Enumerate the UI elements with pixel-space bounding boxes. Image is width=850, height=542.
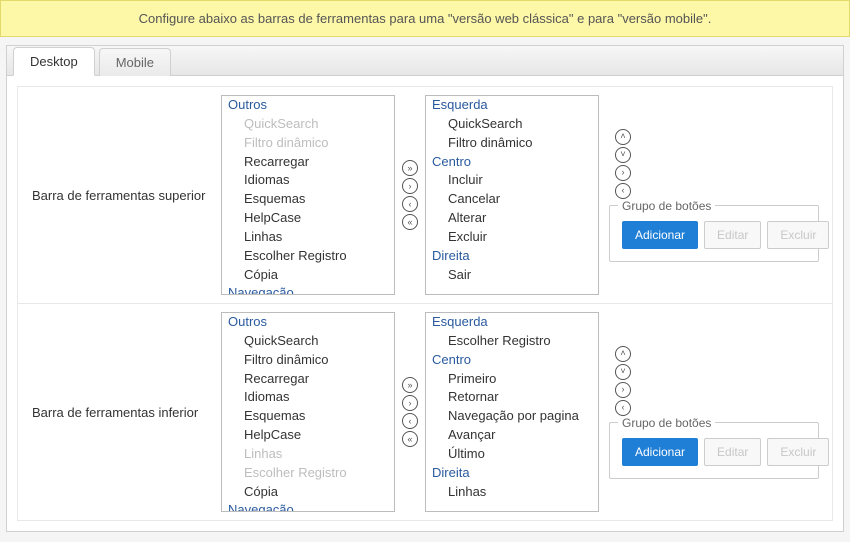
tab-container: Desktop Mobile Barra de ferramentas supe… — [6, 45, 844, 532]
list-item[interactable]: Último — [426, 445, 598, 464]
list-item[interactable]: QuickSearch — [426, 115, 598, 134]
list-group: Navegação — [222, 284, 394, 295]
list-item[interactable]: HelpCase — [222, 209, 394, 228]
bottom-side-column: ˄ ˅ › ‹ Grupo de botões Adicionar Editar… — [609, 346, 819, 479]
move-down-icon[interactable]: › — [615, 382, 631, 398]
list-group: Centro — [426, 153, 598, 172]
move-left-icon[interactable]: ‹ — [402, 413, 418, 429]
tab-desktop[interactable]: Desktop — [13, 47, 95, 76]
config-banner: Configure abaixo as barras de ferramenta… — [0, 0, 850, 37]
row-bottom-toolbar: Barra de ferramentas inferior OutrosQuic… — [17, 304, 833, 521]
move-all-right-icon[interactable]: » — [402, 377, 418, 393]
list-item[interactable]: Idiomas — [222, 171, 394, 190]
list-item[interactable]: Escolher Registro — [222, 464, 394, 483]
list-group: Navegação — [222, 501, 394, 512]
top-transfer-arrows: » › ‹ « — [395, 160, 425, 230]
move-all-right-icon[interactable]: » — [402, 160, 418, 176]
list-item[interactable]: Sair — [426, 266, 598, 285]
list-item[interactable]: Idiomas — [222, 388, 394, 407]
move-top-icon[interactable]: ˄ — [615, 129, 631, 145]
move-left-icon[interactable]: ‹ — [402, 196, 418, 212]
tab-mobile[interactable]: Mobile — [99, 48, 171, 76]
delete-button[interactable]: Excluir — [767, 221, 829, 249]
list-item[interactable]: Navegação por pagina — [426, 407, 598, 426]
desktop-panel: Barra de ferramentas superior OutrosQuic… — [7, 76, 843, 531]
button-group-legend: Grupo de botões — [618, 199, 715, 213]
add-button[interactable]: Adicionar — [622, 221, 698, 249]
top-selected-list[interactable]: EsquerdaQuickSearchFiltro dinâmicoCentro… — [425, 95, 599, 295]
move-top-icon[interactable]: ˄ — [615, 346, 631, 362]
bottom-available-list[interactable]: OutrosQuickSearchFiltro dinâmicoRecarreg… — [221, 312, 395, 512]
bottom-button-group-fieldset: Grupo de botões Adicionar Editar Excluir — [609, 422, 819, 479]
list-item[interactable]: QuickSearch — [222, 332, 394, 351]
move-bottom-icon[interactable]: ‹ — [615, 400, 631, 416]
delete-button[interactable]: Excluir — [767, 438, 829, 466]
list-item[interactable]: Filtro dinâmico — [426, 134, 598, 153]
button-group-legend: Grupo de botões — [618, 416, 715, 430]
list-item[interactable]: Linhas — [222, 228, 394, 247]
list-item[interactable]: Avançar — [426, 426, 598, 445]
list-item[interactable]: Recarregar — [222, 370, 394, 389]
list-item[interactable]: QuickSearch — [222, 115, 394, 134]
list-group: Esquerda — [426, 96, 598, 115]
edit-button[interactable]: Editar — [704, 438, 761, 466]
list-item[interactable]: Incluir — [426, 171, 598, 190]
list-item[interactable]: Excluir — [426, 228, 598, 247]
top-available-list[interactable]: OutrosQuickSearchFiltro dinâmicoRecarreg… — [221, 95, 395, 295]
list-group: Outros — [222, 313, 394, 332]
list-item[interactable]: Recarregar — [222, 153, 394, 172]
list-item[interactable]: Retornar — [426, 388, 598, 407]
tabstrip: Desktop Mobile — [7, 46, 843, 76]
list-item[interactable]: Filtro dinâmico — [222, 351, 394, 370]
move-up-icon[interactable]: ˅ — [615, 147, 631, 163]
move-right-icon[interactable]: › — [402, 395, 418, 411]
list-item[interactable]: Esquemas — [222, 407, 394, 426]
label-bottom-toolbar: Barra de ferramentas inferior — [26, 405, 221, 420]
move-bottom-icon[interactable]: ‹ — [615, 183, 631, 199]
bottom-selected-list[interactable]: EsquerdaEscolher RegistroCentroPrimeiroR… — [425, 312, 599, 512]
list-group: Centro — [426, 351, 598, 370]
top-button-group-fieldset: Grupo de botões Adicionar Editar Excluir — [609, 205, 819, 262]
move-up-icon[interactable]: ˅ — [615, 364, 631, 380]
top-side-column: ˄ ˅ › ‹ Grupo de botões Adicionar Editar… — [609, 129, 819, 262]
move-all-left-icon[interactable]: « — [402, 431, 418, 447]
list-item[interactable]: Esquemas — [222, 190, 394, 209]
bottom-reorder-arrows: ˄ ˅ › ‹ — [615, 346, 631, 416]
top-reorder-arrows: ˄ ˅ › ‹ — [615, 129, 631, 199]
list-group: Esquerda — [426, 313, 598, 332]
list-item[interactable]: HelpCase — [222, 426, 394, 445]
list-item[interactable]: Escolher Registro — [222, 247, 394, 266]
list-item[interactable]: Escolher Registro — [426, 332, 598, 351]
list-item[interactable]: Filtro dinâmico — [222, 134, 394, 153]
list-group: Outros — [222, 96, 394, 115]
list-item[interactable]: Alterar — [426, 209, 598, 228]
label-top-toolbar: Barra de ferramentas superior — [26, 188, 221, 203]
list-item[interactable]: Cancelar — [426, 190, 598, 209]
row-top-toolbar: Barra de ferramentas superior OutrosQuic… — [17, 86, 833, 304]
list-item[interactable]: Cópia — [222, 483, 394, 502]
list-group: Direita — [426, 247, 598, 266]
list-item[interactable]: Primeiro — [426, 370, 598, 389]
list-item[interactable]: Cópia — [222, 266, 394, 285]
move-right-icon[interactable]: › — [402, 178, 418, 194]
add-button[interactable]: Adicionar — [622, 438, 698, 466]
list-item[interactable]: Linhas — [426, 483, 598, 502]
list-group: Direita — [426, 464, 598, 483]
list-item[interactable]: Linhas — [222, 445, 394, 464]
edit-button[interactable]: Editar — [704, 221, 761, 249]
move-all-left-icon[interactable]: « — [402, 214, 418, 230]
move-down-icon[interactable]: › — [615, 165, 631, 181]
bottom-transfer-arrows: » › ‹ « — [395, 377, 425, 447]
